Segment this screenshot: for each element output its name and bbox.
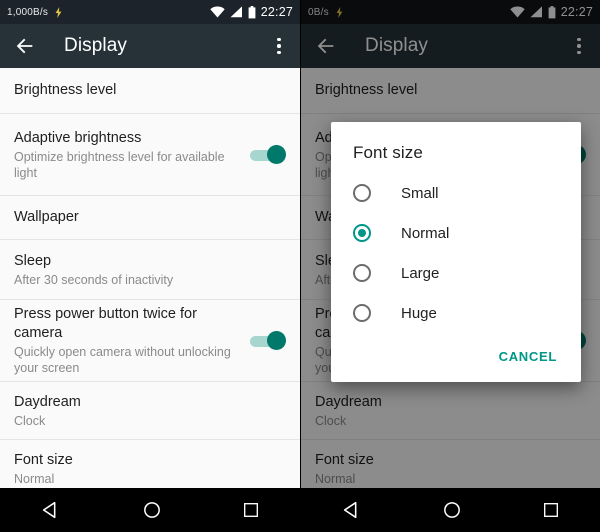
radio-option-small[interactable]: Small bbox=[331, 173, 581, 213]
dialog-actions: CANCEL bbox=[331, 333, 581, 382]
list-item-daydream[interactable]: Daydream Clock bbox=[0, 382, 300, 440]
cancel-button[interactable]: CANCEL bbox=[493, 345, 563, 368]
settings-list[interactable]: Brightness level Adaptive brightness Opt… bbox=[0, 68, 300, 488]
toggle-thumb bbox=[267, 330, 286, 350]
adaptive-brightness-toggle[interactable] bbox=[250, 144, 286, 166]
status-bar-left: 1,000B/s bbox=[7, 6, 210, 18]
navigation-bar bbox=[301, 488, 600, 532]
nav-home-icon[interactable] bbox=[142, 500, 162, 520]
nav-recents-icon[interactable] bbox=[542, 501, 560, 519]
font-size-dialog: Font size Small Normal Large Huge CANCEL bbox=[331, 122, 581, 382]
bolt-icon bbox=[55, 6, 62, 18]
right-phone-screen: 0B/s 22:27 Display Brightness level ligh… bbox=[300, 0, 600, 532]
status-bar: 1,000B/s 22:27 bbox=[0, 0, 300, 24]
list-item-title: Brightness level bbox=[14, 82, 117, 98]
radio-button[interactable] bbox=[353, 264, 371, 282]
radio-button[interactable] bbox=[353, 184, 371, 202]
app-bar: Display bbox=[0, 24, 300, 68]
list-item-title: Adaptive brightness bbox=[14, 129, 142, 146]
nav-home-icon[interactable] bbox=[442, 500, 462, 520]
dual-screenshot-container: 1,000B/s 22:27 Display Brightness level … bbox=[0, 0, 600, 532]
radio-button[interactable] bbox=[353, 304, 371, 322]
left-phone-screen: 1,000B/s 22:27 Display Brightness level … bbox=[0, 0, 300, 532]
list-item-subtitle: Normal bbox=[14, 472, 55, 486]
power-button-camera-toggle[interactable] bbox=[250, 330, 286, 352]
toggle-thumb bbox=[267, 144, 286, 164]
list-item-subtitle: Quickly open camera without unlocking yo… bbox=[14, 345, 231, 375]
radio-option-large[interactable]: Large bbox=[331, 253, 581, 293]
overflow-menu-icon[interactable] bbox=[268, 35, 290, 57]
radio-button-selected[interactable] bbox=[353, 224, 371, 242]
nav-back-icon[interactable] bbox=[40, 499, 62, 521]
radio-option-label: Normal bbox=[401, 224, 450, 242]
list-item-wallpaper[interactable]: Wallpaper bbox=[0, 196, 300, 240]
network-speed-text: 1,000B/s bbox=[7, 6, 49, 18]
list-item-subtitle: Optimize brightness level for available … bbox=[14, 149, 225, 180]
page-title: Display bbox=[64, 35, 127, 56]
list-item-font-size[interactable]: Font size Normal bbox=[0, 440, 300, 488]
radio-option-label: Huge bbox=[401, 304, 437, 322]
list-item-brightness-level[interactable]: Brightness level bbox=[0, 68, 300, 114]
wifi-icon bbox=[210, 6, 225, 18]
nav-recents-icon[interactable] bbox=[242, 501, 260, 519]
nav-back-icon[interactable] bbox=[341, 499, 363, 521]
list-item-power-button-camera[interactable]: Press power button twice for camera Quic… bbox=[0, 300, 300, 382]
list-item-title: Font size bbox=[14, 452, 73, 468]
signal-icon bbox=[230, 6, 242, 18]
radio-option-huge[interactable]: Huge bbox=[331, 293, 581, 333]
clock-text: 22:27 bbox=[260, 5, 293, 19]
list-item-sleep[interactable]: Sleep After 30 seconds of inactivity bbox=[0, 240, 300, 300]
list-item-title: Daydream bbox=[14, 393, 81, 410]
battery-icon bbox=[248, 5, 256, 18]
navigation-bar bbox=[0, 488, 300, 532]
dialog-title: Font size bbox=[353, 143, 423, 162]
list-item-adaptive-brightness[interactable]: Adaptive brightness Optimize brightness … bbox=[0, 114, 300, 196]
radio-option-label: Small bbox=[401, 184, 439, 202]
list-item-title: Sleep bbox=[14, 252, 52, 269]
list-item-subtitle: Clock bbox=[14, 413, 46, 428]
list-item-subtitle: After 30 seconds of inactivity bbox=[14, 272, 174, 287]
radio-option-normal[interactable]: Normal bbox=[331, 213, 581, 253]
arrow-back-icon[interactable] bbox=[14, 35, 36, 57]
radio-option-label: Large bbox=[401, 264, 440, 282]
list-item-title: Wallpaper bbox=[14, 209, 79, 225]
status-bar-right: 22:27 bbox=[210, 5, 293, 19]
list-item-title: Press power button twice for camera bbox=[14, 306, 197, 341]
